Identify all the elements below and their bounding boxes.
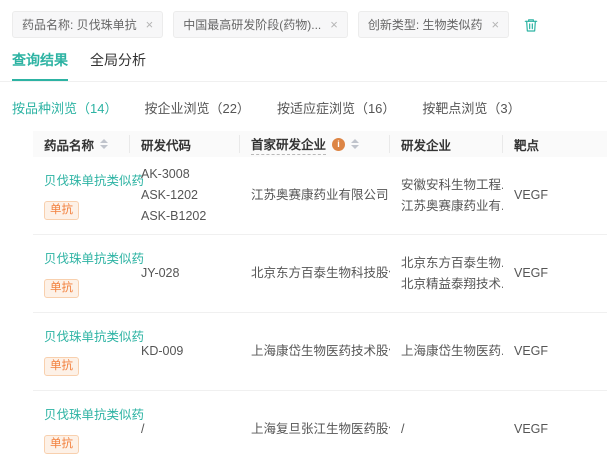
developer-cell: 北京东方百泰生物... 北京精益泰翔技术... (390, 253, 503, 295)
developer-cell: 安徽安科生物工程... 江苏奥赛康药业有... (390, 175, 503, 217)
column-header-target: 靶点 (503, 135, 607, 153)
drug-name-cell: 贝伐珠单抗类似药 单抗 (33, 171, 144, 220)
target-cell: VEGF (514, 422, 549, 436)
tab-global-analysis[interactable]: 全局分析 (90, 50, 146, 81)
filter-tag-innovation-type[interactable]: 创新类型: 生物类似药 × (357, 11, 510, 38)
rd-code-cell: / (130, 419, 240, 440)
drug-name-link[interactable]: 贝伐珠单抗类似药 (44, 327, 144, 348)
developer-name: 北京东方百泰生物... (401, 255, 503, 270)
target-cell: VEGF (514, 344, 549, 358)
subtab-by-variety[interactable]: 按品种浏览（14） (12, 98, 117, 117)
drug-name-cell: 贝伐珠单抗类似药 单抗 (33, 327, 144, 376)
sort-icon[interactable] (100, 139, 109, 149)
column-header-drug-name: 药品名称 (33, 135, 130, 153)
column-label: 药品名称 (44, 138, 95, 153)
filter-tag-label: 中国最高研发阶段(药物)... (183, 18, 322, 32)
developer-cell: 上海康岱生物医药... (390, 341, 503, 362)
subtab-bar: 按品种浏览（14） 按企业浏览（22） 按适应症浏览（16） 按靶点浏览（3） (0, 98, 607, 117)
rd-code: ASK-B1202 (141, 209, 207, 223)
rd-code: KD-009 (141, 344, 184, 358)
developer-name: 安徽安科生物工程... (401, 177, 503, 192)
rd-code: / (141, 422, 145, 436)
table-row: 贝伐珠单抗类似药 单抗 KD-009 上海康岱生物医药技术股份... 上海康岱生… (33, 313, 607, 391)
close-icon[interactable]: × (146, 18, 154, 31)
table-body: 贝伐珠单抗类似药 单抗 AK-3008 ASK-1202 ASK-B1202 江苏奥… (33, 157, 607, 455)
column-label: 研发企业 (401, 138, 452, 153)
info-icon[interactable]: i (332, 137, 346, 151)
filter-tag-label: 创新类型: 生物类似药 (367, 18, 483, 32)
filter-tag-drug-name[interactable]: 药品名称: 贝伐珠单抗 × (12, 11, 164, 38)
table-row: 贝伐珠单抗类似药 单抗 / 上海复旦张江生物医药股份... / VEGF (33, 391, 607, 455)
rd-code: AK-3008 (141, 167, 190, 181)
drug-name-cell: 贝伐珠单抗类似药 单抗 (33, 249, 144, 298)
table-row: 贝伐珠单抗类似药 单抗 AK-3008 ASK-1202 ASK-B1202 江苏奥… (33, 157, 607, 235)
target-cell: VEGF (514, 188, 549, 202)
trash-icon[interactable] (523, 17, 539, 33)
first-developer-name: 上海康岱生物医药技术股份... (251, 344, 390, 358)
close-icon[interactable]: × (330, 18, 338, 31)
developer-name: 上海康岱生物医药... (401, 344, 503, 358)
first-developer-cell: 上海复旦张江生物医药股份... (240, 419, 390, 440)
developer-cell: / (390, 419, 503, 440)
column-label: 靶点 (514, 138, 540, 153)
rd-code-cell: JY-028 (130, 263, 240, 284)
first-developer-name: 北京东方百泰生物科技股份... (251, 266, 390, 280)
drug-type-badge: 单抗 (44, 435, 79, 454)
first-developer-name: 上海复旦张江生物医药股份... (251, 422, 390, 436)
table-header-row: 药品名称 研发代码 首家研发企业 i 研发企业 靶点 (33, 131, 607, 157)
drug-name-link[interactable]: 贝伐珠单抗类似药 (44, 249, 144, 270)
results-table: 药品名称 研发代码 首家研发企业 i 研发企业 靶点 贝伐珠单抗类似药 单抗 A… (33, 131, 607, 455)
sort-icon[interactable] (351, 139, 360, 149)
subtab-by-indication[interactable]: 按适应症浏览（16） (277, 98, 395, 117)
column-header-first-developer: 首家研发企业 i (240, 134, 390, 155)
first-developer-name: 江苏奥赛康药业有限公司 (251, 188, 389, 202)
table-row: 贝伐珠单抗类似药 单抗 JY-028 北京东方百泰生物科技股份... 北京东方百… (33, 235, 607, 313)
first-developer-cell: 上海康岱生物医药技术股份... (240, 341, 390, 362)
drug-name-link[interactable]: 贝伐珠单抗类似药 (44, 171, 144, 192)
tab-query-results[interactable]: 查询结果 (12, 50, 68, 81)
developer-name: / (401, 422, 405, 436)
subtab-by-target[interactable]: 按靶点浏览（3） (422, 98, 520, 117)
drug-name-link[interactable]: 贝伐珠单抗类似药 (44, 405, 144, 426)
rd-code: ASK-1202 (141, 188, 198, 202)
first-developer-cell: 北京东方百泰生物科技股份... (240, 263, 390, 284)
first-developer-cell: 江苏奥赛康药业有限公司 (240, 185, 390, 206)
drug-type-badge: 单抗 (44, 201, 79, 220)
developer-name: 北京精益泰翔技术... (401, 276, 503, 291)
column-header-developer: 研发企业 (390, 135, 503, 153)
column-label: 首家研发企业 (251, 134, 327, 155)
rd-code: JY-028 (141, 266, 180, 280)
column-label: 研发代码 (141, 138, 192, 153)
drug-type-badge: 单抗 (44, 279, 79, 298)
subtab-by-company[interactable]: 按企业浏览（22） (144, 98, 249, 117)
filter-tag-dev-stage[interactable]: 中国最高研发阶段(药物)... × (173, 11, 348, 38)
filter-bar: 药品名称: 贝伐珠单抗 × 中国最高研发阶段(药物)... × 创新类型: 生物… (0, 0, 607, 38)
target-cell: VEGF (514, 266, 549, 280)
filter-tag-label: 药品名称: 贝伐珠单抗 (22, 18, 137, 32)
drug-type-badge: 单抗 (44, 357, 79, 376)
drug-name-cell: 贝伐珠单抗类似药 单抗 (33, 405, 144, 454)
column-header-rd-code: 研发代码 (130, 135, 240, 153)
developer-name: 江苏奥赛康药业有... (401, 198, 503, 213)
main-tab-bar: 查询结果 全局分析 (0, 50, 607, 82)
rd-code-cell: AK-3008 ASK-1202 ASK-B1202 (130, 164, 240, 227)
rd-code-cell: KD-009 (130, 341, 240, 362)
close-icon[interactable]: × (492, 18, 500, 31)
